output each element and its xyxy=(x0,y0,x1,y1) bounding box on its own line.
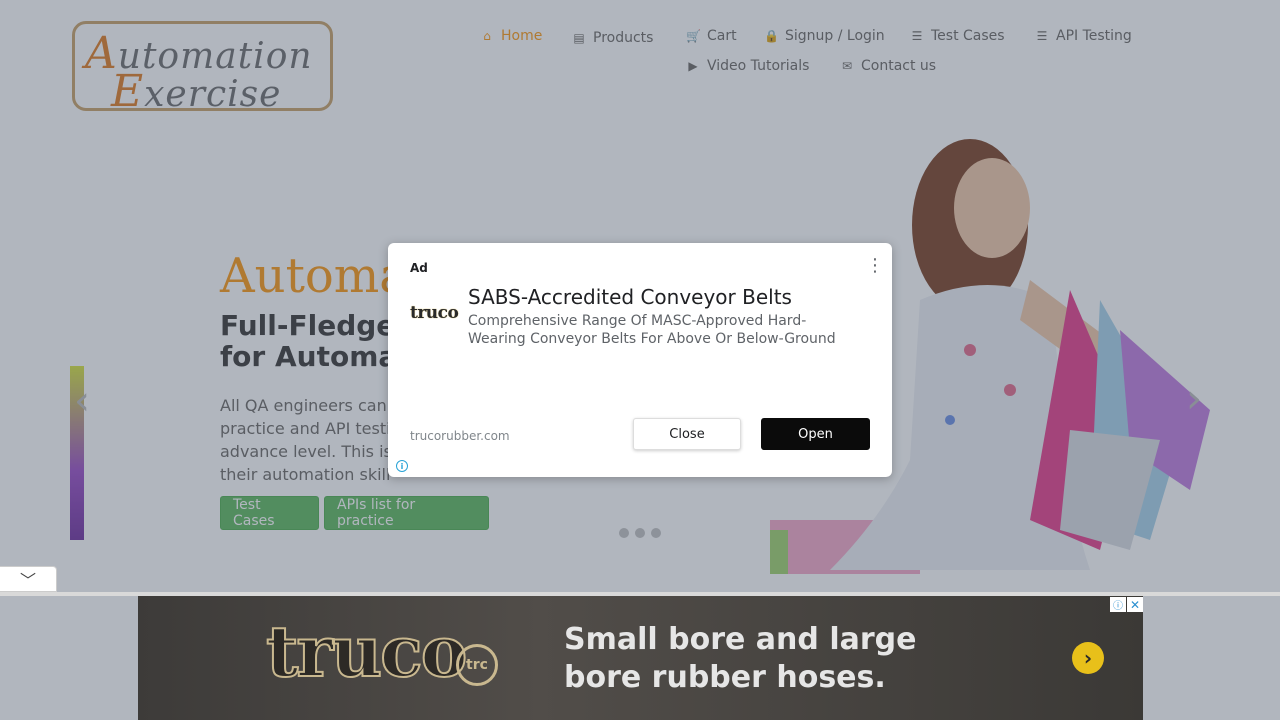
ad-label: Ad xyxy=(410,261,428,275)
ad-collapse-button[interactable]: ﹀ xyxy=(0,566,57,592)
ad-close-icon[interactable]: ✕ xyxy=(1127,597,1143,612)
ad-brand-badge: trc xyxy=(456,644,498,686)
ad-headline-line1: Small bore and large xyxy=(564,622,917,657)
open-button[interactable]: Open xyxy=(761,418,870,450)
ad-brand-logo: truco xyxy=(265,609,468,694)
more-options-icon[interactable]: ⋮ xyxy=(866,257,884,275)
ad-choices-icon[interactable]: i xyxy=(396,460,408,472)
chevron-down-icon: ﹀ xyxy=(19,571,36,590)
chevron-right-icon[interactable]: › xyxy=(1072,642,1104,674)
interstitial-ad-modal: Ad ⋮ truco SABS-Accredited Conveyor Belt… xyxy=(388,243,892,477)
close-button[interactable]: Close xyxy=(633,418,741,450)
ad-info-icon[interactable]: ⓘ xyxy=(1110,597,1126,612)
ad-headline-line2: bore rubber hoses. xyxy=(564,660,886,695)
ad-description: Comprehensive Range Of MASC-Approved Har… xyxy=(468,313,836,347)
bottom-banner-ad[interactable]: truco trc Small bore and large bore rubb… xyxy=(138,596,1143,720)
ad-title[interactable]: SABS-Accredited Conveyor Belts xyxy=(468,285,792,309)
advertiser-logo: truco xyxy=(410,303,459,323)
ad-domain: trucorubber.com xyxy=(410,429,510,443)
